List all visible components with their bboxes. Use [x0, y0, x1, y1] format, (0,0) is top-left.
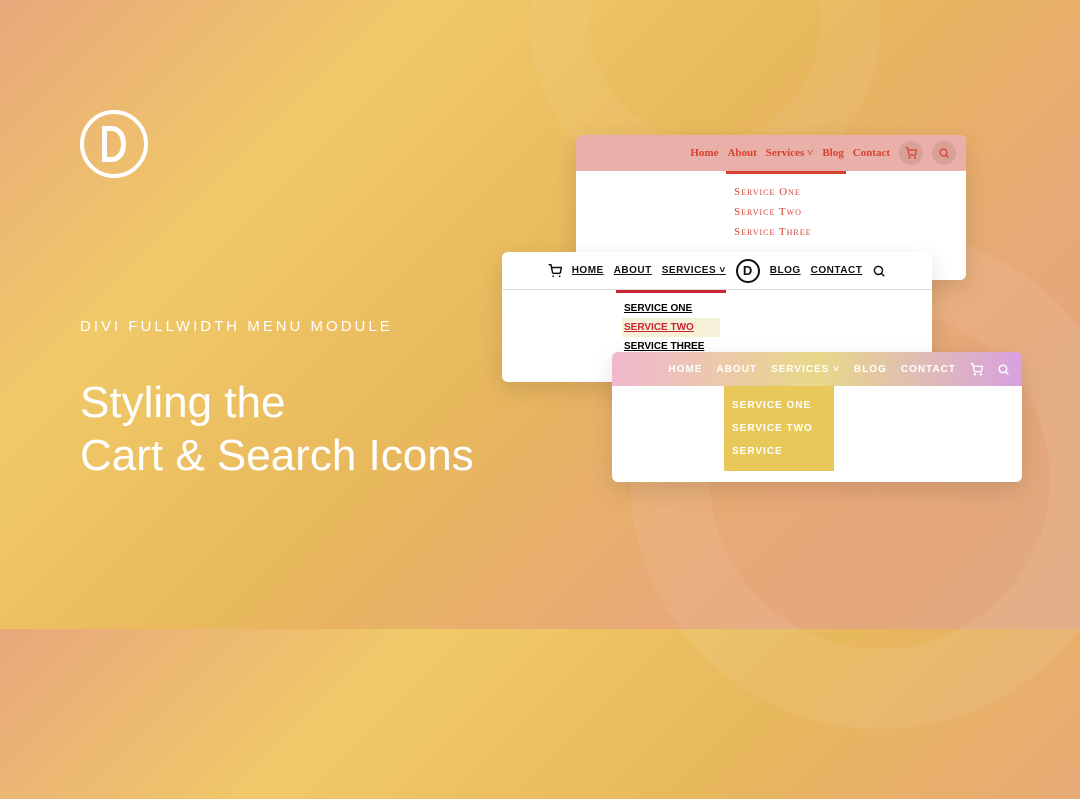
dropdown-item[interactable]: SERVICE TWO: [732, 417, 826, 440]
nav-item-services[interactable]: Services ˅: [766, 147, 814, 159]
chevron-down-icon: ˅: [719, 265, 725, 276]
search-icon[interactable]: [932, 141, 956, 165]
search-icon[interactable]: [997, 363, 1010, 376]
nav-item-blog[interactable]: BLOG: [854, 364, 887, 375]
dropdown-item[interactable]: Service Three: [734, 222, 838, 242]
dropdown-item-hover[interactable]: SERVICE TWO: [622, 318, 720, 337]
headline: Styling the Cart & Search Icons: [80, 377, 474, 483]
dropdown-item[interactable]: Service One: [734, 182, 838, 202]
divi-logo-small: D: [736, 259, 760, 283]
cart-icon[interactable]: [548, 264, 562, 278]
chevron-down-icon: ˅: [807, 147, 813, 159]
dropdown-1: Service One Service Two Service Three: [726, 171, 846, 250]
nav-item-blog[interactable]: Blog: [822, 147, 843, 159]
nav-item-about[interactable]: ABOUT: [614, 265, 652, 276]
divi-logo: [80, 110, 148, 178]
nav-item-about[interactable]: About: [727, 147, 756, 159]
cart-icon[interactable]: [970, 363, 983, 376]
nav-item-home[interactable]: HOME: [572, 265, 604, 276]
dropdown-item[interactable]: SERVICE ONE: [732, 394, 826, 417]
chevron-down-icon: ˅: [833, 364, 840, 375]
nav-item-contact[interactable]: CONTACT: [811, 265, 863, 276]
nav-item-services[interactable]: SERVICES ˅: [662, 265, 726, 276]
navbar-1: Home About Services ˅ Blog Contact: [576, 135, 966, 171]
dropdown-item[interactable]: SERVICE ONE: [622, 299, 720, 318]
menu-mockup-3: HOME ABOUT SERVICES ˅ BLOG CONTACT SERVI…: [612, 352, 1022, 482]
nav-item-home[interactable]: HOME: [668, 364, 702, 375]
search-icon[interactable]: [872, 264, 886, 278]
nav-item-services[interactable]: SERVICES ˅: [771, 364, 840, 375]
text-content: DIVI FULLWIDTH MENU MODULE Styling the C…: [80, 318, 474, 483]
nav-item-about[interactable]: ABOUT: [716, 364, 757, 375]
dropdown-3: SERVICE ONE SERVICE TWO SERVICE: [724, 386, 834, 471]
nav-item-contact[interactable]: Contact: [853, 147, 890, 159]
dropdown-item[interactable]: Service Two: [734, 202, 838, 222]
nav-item-blog[interactable]: BLOG: [770, 265, 801, 276]
eyebrow-text: DIVI FULLWIDTH MENU MODULE: [80, 318, 474, 335]
cart-icon[interactable]: [899, 141, 923, 165]
nav-item-contact[interactable]: CONTACT: [901, 364, 956, 375]
navbar-3: HOME ABOUT SERVICES ˅ BLOG CONTACT: [612, 352, 1022, 386]
dropdown-item[interactable]: SERVICE: [732, 440, 826, 463]
nav-item-home[interactable]: Home: [690, 147, 718, 159]
navbar-2: HOME ABOUT SERVICES ˅ D BLOG CONTACT: [502, 252, 932, 290]
